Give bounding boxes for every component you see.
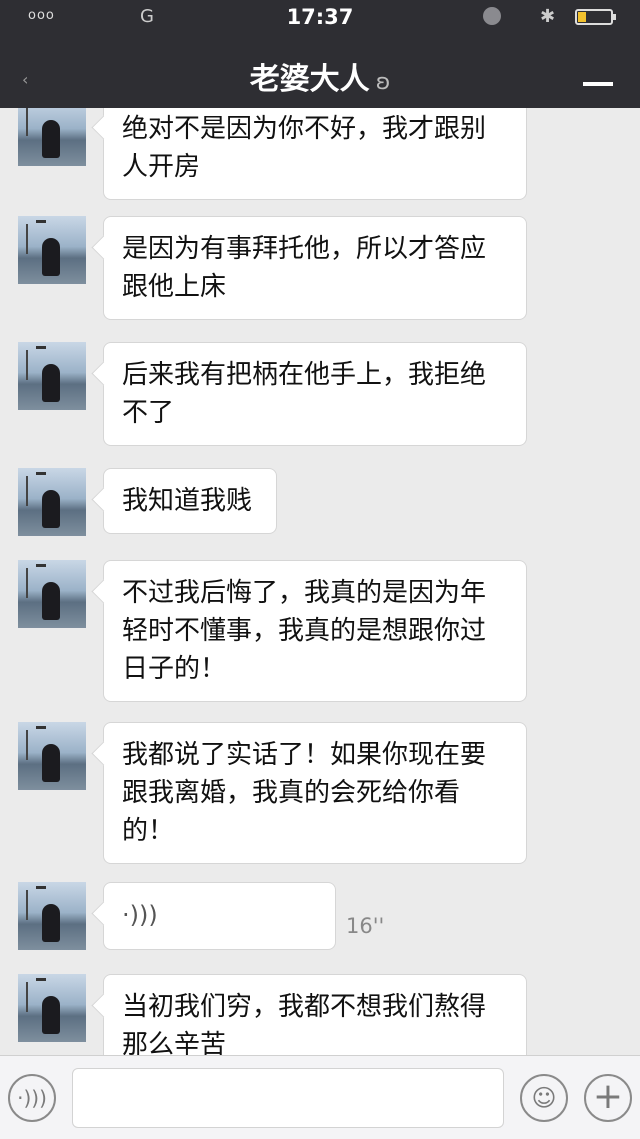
voice-wave-icon: ·))): [122, 901, 158, 929]
message-line: 后来我有把柄在他手上，我拒绝: [122, 360, 487, 390]
message-bubble[interactable]: 不过我后悔了，我真的是因为年 轻时不懂事，我真的是想跟你过 日子的！: [103, 560, 527, 702]
plus-icon[interactable]: +: [584, 1074, 632, 1122]
message-line: 跟我离婚，我真的会死给你看: [122, 778, 461, 808]
input-bar: ·))) ☺ +: [0, 1055, 640, 1139]
smiley-icon[interactable]: ☺: [520, 1074, 568, 1122]
menu-icon[interactable]: [583, 82, 613, 86]
message-line: 不过我后悔了，我真的是因为年: [122, 578, 487, 608]
ear-icon: ʚ: [375, 70, 391, 95]
message-bubble[interactable]: 我知道我贱: [103, 468, 277, 534]
avatar[interactable]: [18, 722, 86, 790]
voice-duration: 16'': [346, 914, 385, 938]
avatar[interactable]: [18, 342, 86, 410]
avatar[interactable]: [18, 468, 86, 536]
message-bubble[interactable]: 我都说了实话了！如果你现在要 跟我离婚，我真的会死给你看 的！: [103, 722, 527, 864]
message-bubble[interactable]: 后来我有把柄在他手上，我拒绝 不了: [103, 342, 527, 446]
message-bubble[interactable]: 是因为有事拜托他，所以才答应 跟他上床: [103, 216, 527, 320]
voice-message-bubble[interactable]: ·))): [103, 882, 336, 950]
avatar[interactable]: [18, 560, 86, 628]
message-line: 人开房: [122, 152, 201, 182]
message-bubble[interactable]: 绝对不是因为你不好，我才跟别 人开房: [103, 108, 527, 200]
battery-icon: [575, 9, 616, 25]
avatar[interactable]: [18, 216, 86, 284]
avatar[interactable]: [18, 108, 86, 166]
voice-icon[interactable]: ·))): [8, 1074, 56, 1122]
bluetooth-icon: ✱: [540, 6, 556, 27]
chat-title-text: 老婆大人: [249, 62, 370, 97]
message-line: 绝对不是因为你不好，我才跟别: [122, 114, 487, 144]
message-bubble[interactable]: 当初我们穷，我都不想我们熬得 那么辛苦: [103, 974, 527, 1055]
message-line: 是因为有事拜托他，所以才答应: [122, 234, 487, 264]
status-bar: ooo G 17:37 ✱: [0, 0, 640, 36]
message-line: 那么辛苦: [122, 1030, 227, 1055]
message-line: 轻时不懂事，我真的是想跟你过: [122, 616, 487, 646]
message-line: 不了: [122, 398, 175, 428]
chat-title: 老婆大人 ʚ: [0, 54, 640, 98]
avatar[interactable]: [18, 882, 86, 950]
message-list[interactable]: 绝对不是因为你不好，我才跟别 人开房 是因为有事拜托他，所以才答应 跟他上床 后…: [0, 108, 640, 1055]
message-line: 当初我们穷，我都不想我们熬得: [122, 992, 487, 1022]
message-line: 我都说了实话了！如果你现在要: [122, 740, 487, 770]
avatar[interactable]: [18, 974, 86, 1042]
top-bar: ooo G 17:37 ✱ ‹ 老婆大人 ʚ: [0, 0, 640, 108]
location-icon: [483, 7, 501, 25]
message-line: 日子的！: [122, 654, 227, 684]
message-input[interactable]: [72, 1068, 504, 1128]
message-line: 的！: [122, 816, 175, 846]
message-line: 我知道我贱: [122, 486, 253, 516]
message-line: 跟他上床: [122, 272, 227, 302]
